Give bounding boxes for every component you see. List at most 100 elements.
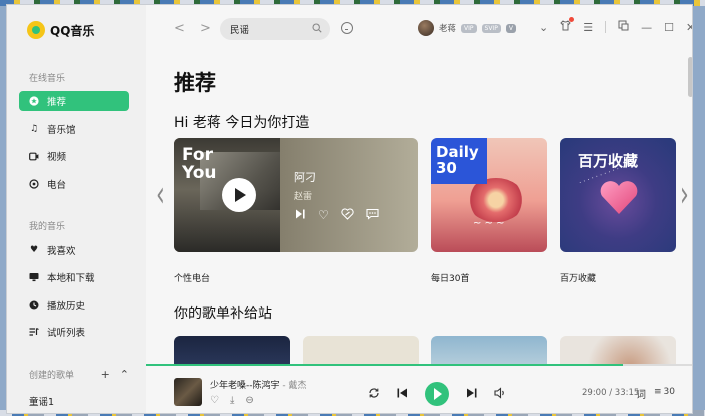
sidebar-item-music-hall[interactable]: ♫ 音乐馆 [19,119,129,139]
app-logo[interactable]: QQ音乐 [27,21,94,39]
sidebar-item-label: 我喜欢 [47,246,76,257]
now-playing-actions: ♡ ⤓ ⊖ [210,395,254,406]
level-badge[interactable]: V [505,23,516,33]
lyrics-button[interactable]: 词 [636,386,646,401]
now-playing-artist[interactable]: 戴杰 [288,381,306,391]
sidebar-item-local-download[interactable]: 本地和下载 [19,267,129,287]
scrollbar[interactable] [688,57,692,97]
personal-radio-card[interactable]: For You 阿刁 赵雷 ♡ [174,138,418,252]
play-button[interactable] [425,382,449,406]
sidebar-item-favorites[interactable]: ♥ 我喜欢 [19,240,129,260]
voice-search-icon[interactable] [341,22,353,34]
sidebar-item-label: 本地和下载 [47,273,95,284]
top-bar: < > 老蒋 VIP SVIP V ⌄ ☰ — ☐ [146,5,692,55]
skin-icon[interactable] [560,17,575,34]
million-collection-card[interactable]: 百万收藏 · · · · · · · · · · [560,138,676,252]
volume-icon[interactable] [494,386,506,402]
previous-icon[interactable] [397,387,408,402]
greeting-heading: Hi 老蒋 今日为你打造 [174,115,310,131]
progress-bar[interactable] [146,364,692,366]
carousel-next-icon[interactable]: › [680,176,689,216]
sidebar-item-label: 音乐馆 [47,125,76,136]
add-playlist-icon[interactable]: + [101,368,110,381]
sidebar-item-playlist[interactable]: 童谣1 [19,391,129,411]
sidebar-item-recommend[interactable]: 推荐 [19,91,129,111]
forward-icon[interactable]: > [200,21,211,36]
play-time: 29:00 / 33:15 [582,388,640,398]
radio-controls: ♡ [294,208,379,223]
player-bar: 少年老嗓--陈鸿宇 - 戴杰 ♡ ⤓ ⊖ 29:00 / 33:15 词 ≡ 3… [146,364,692,413]
download-icon[interactable]: ⤓ [230,395,234,406]
repeat-icon[interactable] [368,387,380,402]
daily-30-card[interactable]: Daily 30 ~ ~ ~ [431,138,547,252]
radio-song-title[interactable]: 阿刁 [294,169,316,185]
play-radio-button[interactable] [222,178,256,212]
avatar[interactable] [418,20,434,36]
radio-cover[interactable]: For You [174,138,280,252]
million-card-label[interactable]: 百万收藏 [560,271,596,284]
sidebar-item-label: 视频 [47,152,67,163]
radio-singer[interactable]: 赵雷 [294,189,312,202]
playlist-card[interactable] [303,336,419,365]
playlist-card[interactable] [431,336,547,365]
vip-badge[interactable]: VIP [461,23,477,33]
created-playlists-header: 创建的歌单 + ⌃ [29,368,129,381]
svip-badge[interactable]: SVIP [481,23,501,33]
playlist-button[interactable]: ≡ 30 [654,387,675,397]
minimize-icon[interactable]: — [641,21,652,34]
app-name: QQ音乐 [50,23,95,38]
star-icon [29,96,39,106]
sidebar-item-history[interactable]: 播放历史 [19,295,129,315]
user-name[interactable]: 老蒋 [439,22,456,34]
search-icon[interactable] [312,22,322,36]
chevron-down-icon[interactable]: ⌄ [539,21,548,34]
sidebar-item-label: 电台 [47,180,67,191]
now-playing-title[interactable]: 少年老嗓--陈鸿宇 - 戴杰 [210,378,307,391]
radio-card-label[interactable]: 个性电台 [174,271,210,284]
page-title: 推荐 [174,71,216,95]
main-content: 推荐 Hi 老蒋 今日为你打造 ‹ › For You 阿刁 赵雷 ♡ 个性电台… [146,55,692,365]
section-title-online-music: 在线音乐 [29,74,66,84]
more-icon[interactable]: ⊖ [245,395,253,406]
decorative-handwriting: ~ ~ ~ [473,218,505,229]
clock-icon [29,300,39,310]
playlist-card[interactable] [560,336,676,365]
app-window: QQ音乐 在线音乐 推荐 ♫ 音乐馆 视频 电台 我的音乐 ♥ 我喜欢 本地和下… [6,4,693,414]
radio-icon [29,179,39,189]
maximize-icon[interactable]: ☐ [664,21,674,34]
like-icon[interactable]: ♡ [210,395,219,406]
comment-icon[interactable] [366,208,379,223]
close-icon[interactable]: ✕ [686,21,692,34]
qq-music-logo-icon [27,21,45,39]
playlist-icon [29,327,39,337]
search-box[interactable] [220,18,330,40]
search-input[interactable] [230,23,310,35]
back-icon[interactable]: < [174,21,185,36]
sidebar-item-label: 童谣1 [29,397,55,408]
collapse-icon[interactable]: ⌃ [120,368,129,381]
now-playing-song[interactable]: 少年老嗓--陈鸿宇 [210,381,280,391]
sidebar-item-video[interactable]: 视频 [19,146,129,166]
like-icon[interactable]: ♡ [318,208,329,223]
now-playing-cover[interactable] [174,378,202,406]
section-title-created: 创建的歌单 [29,371,75,381]
mini-mode-icon[interactable] [618,20,629,34]
dislike-icon[interactable] [341,208,354,223]
sidebar-item-radio[interactable]: 电台 [19,174,129,194]
heart-art-icon [600,181,638,214]
sidebar-item-label: 试听列表 [47,328,86,339]
sidebar-item-label: 推荐 [47,97,67,108]
next-track-icon[interactable] [294,208,306,223]
carousel-prev-icon[interactable]: ‹ [156,176,165,216]
heart-icon: ♥ [29,245,39,255]
next-icon[interactable] [466,387,477,402]
section-heading-playlists: 你的歌单补给站 [174,306,272,322]
sidebar: QQ音乐 在线音乐 推荐 ♫ 音乐馆 视频 电台 我的音乐 ♥ 我喜欢 本地和下… [7,5,146,413]
playlist-card[interactable] [174,336,290,365]
flower-art [467,178,525,222]
user-info[interactable]: 老蒋 VIP SVIP V [418,20,516,36]
menu-icon[interactable]: ☰ [583,21,593,34]
daily-card-label[interactable]: 每日30首 [431,271,469,284]
sidebar-item-trial-list[interactable]: 试听列表 [19,322,129,342]
video-icon [29,151,39,161]
